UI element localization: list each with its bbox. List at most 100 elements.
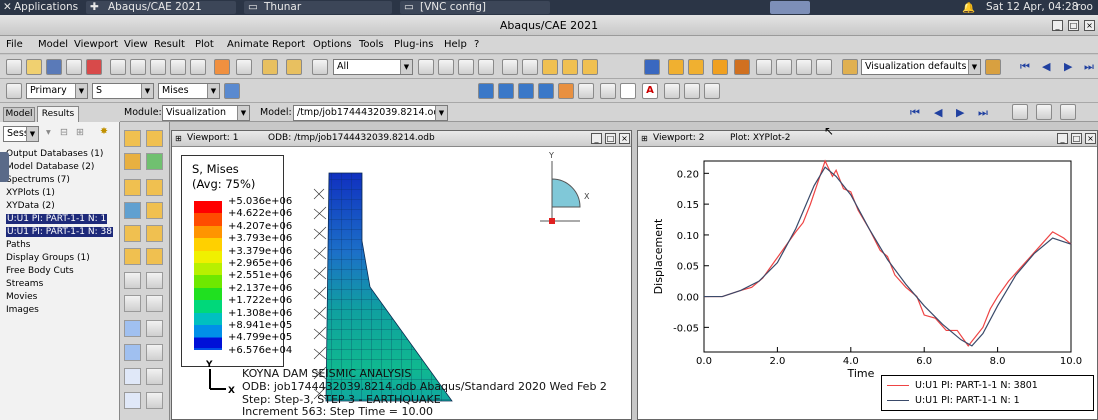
tree-item-streams[interactable]: Streams [6, 279, 43, 289]
text-annotation-icon[interactable]: A [642, 83, 658, 99]
tree-item-model-database[interactable]: Model Database (2) [6, 162, 94, 172]
grid-icon[interactable] [704, 83, 720, 99]
vp1-close-icon[interactable]: × [619, 133, 630, 144]
menu-plot[interactable]: Plot [195, 39, 214, 50]
vp2-close-icon[interactable]: × [1085, 133, 1096, 144]
xy-plot-icon[interactable] [124, 392, 141, 409]
menu-view[interactable]: View [124, 39, 148, 50]
annotation-icon[interactable] [286, 59, 302, 75]
visualization-defaults-select[interactable]: Visualization defaults ▼ [861, 59, 981, 75]
common-options-icon[interactable] [124, 248, 141, 265]
plot-paths-icon[interactable] [146, 320, 163, 337]
rotate-icon[interactable] [130, 59, 146, 75]
whats-this-icon[interactable]: ? [474, 39, 479, 50]
vp1-maximize-icon[interactable]: □ [605, 133, 616, 144]
menu-model[interactable]: Model [38, 39, 68, 50]
query-icon[interactable] [262, 59, 278, 75]
report-field-icon[interactable] [146, 295, 163, 312]
menu-result[interactable]: Result [154, 39, 185, 50]
xy-data-manager-icon[interactable] [146, 272, 163, 289]
box-zoom-icon[interactable] [190, 59, 206, 75]
menu-options[interactable]: Options [313, 39, 352, 50]
first-frame-icon[interactable]: ⏮ [1020, 60, 1030, 74]
menu-file[interactable]: File [6, 39, 23, 50]
last-frame-icon[interactable]: ⏭ [1084, 60, 1094, 74]
tree-item-paths[interactable]: Paths [6, 240, 30, 250]
cycle-views-icon[interactable] [236, 59, 252, 75]
task-abaqus[interactable]: ✚ Abaqus/CAE 2021 [86, 1, 236, 14]
applications-menu-icon[interactable]: ✕ [3, 1, 12, 13]
tree-collapse-icon[interactable]: ⊟ [60, 127, 68, 138]
tab-model[interactable]: Model [3, 107, 35, 122]
model-select[interactable]: /tmp/job1744432039.8214.odb ▼ [293, 105, 448, 121]
module-select[interactable]: Visualization ▼ [162, 105, 250, 121]
ctx-tool2-icon[interactable] [1036, 104, 1052, 120]
top-view-icon[interactable] [562, 59, 578, 75]
tree-item-xyplots[interactable]: XYPlots (1) [6, 188, 55, 198]
table-icon[interactable] [816, 59, 832, 75]
plot-undeformed-icon[interactable] [124, 130, 141, 147]
magnify-icon[interactable] [150, 59, 166, 75]
ctx-tool3-icon[interactable] [1060, 104, 1076, 120]
viewport-2[interactable]: ⊞ Viewport: 2 Plot: XYPlot-2 _ □ × 0.0 2.… [637, 130, 1098, 420]
camera-icon[interactable] [558, 83, 574, 99]
select-icon[interactable] [664, 83, 680, 99]
tree-expand-icon[interactable]: ⊞ [76, 127, 84, 138]
info-icon[interactable] [644, 59, 660, 75]
tree-item-spectrums[interactable]: Spectrums (7) [6, 175, 70, 185]
auto-fit-icon[interactable] [214, 59, 230, 75]
free-body-icon[interactable] [124, 344, 141, 361]
plot-contours-deformed-icon[interactable] [146, 153, 163, 170]
applications-menu[interactable]: Applications [14, 1, 78, 13]
stream-icon[interactable] [146, 344, 163, 361]
view-layout-4-icon[interactable] [538, 83, 554, 99]
vp2-maximize-icon[interactable]: □ [1071, 133, 1082, 144]
field-output-icon[interactable] [6, 83, 22, 99]
tree-item-xydata-n3801[interactable]: U:U1 PI: PART-1-1 N: 38 [6, 227, 113, 237]
menu-plugins[interactable]: Plug-ins [394, 39, 433, 50]
front-view-icon[interactable] [522, 59, 538, 75]
close-icon[interactable]: × [1084, 20, 1095, 31]
user-menu[interactable]: roo [1076, 1, 1093, 13]
create-path-icon[interactable] [124, 320, 141, 337]
tree-item-xydata-n1[interactable]: U:U1 PI: PART-1-1 N: 1 [6, 214, 108, 224]
animate-harmonic-icon[interactable] [146, 225, 163, 242]
minimize-icon[interactable]: _ [1052, 20, 1063, 31]
view-manager-icon[interactable] [842, 59, 858, 75]
create-xy-data-icon[interactable] [124, 272, 141, 289]
zoom-icon[interactable] [170, 59, 186, 75]
options-icon[interactable] [985, 59, 1001, 75]
menu-animate[interactable]: Animate [227, 39, 269, 50]
shaded-icon[interactable] [668, 59, 684, 75]
view-cut-icon[interactable] [124, 368, 141, 385]
view-layout-1-icon[interactable] [478, 83, 494, 99]
open-icon[interactable] [26, 59, 42, 75]
plot-deformed-icon[interactable] [146, 130, 163, 147]
field-invariant-select[interactable]: Mises ▼ [158, 83, 220, 99]
field-variable-select[interactable]: S ▼ [92, 83, 154, 99]
redo-icon[interactable] [776, 59, 792, 75]
line-annotation-icon[interactable] [620, 83, 636, 99]
ctx-tool1-icon[interactable] [1012, 104, 1028, 120]
ctx-last-icon[interactable]: ⏭ [978, 106, 988, 120]
bell-icon[interactable]: 🔔 [962, 1, 975, 14]
animate-time-icon[interactable] [124, 225, 141, 242]
remove-icon[interactable] [458, 59, 474, 75]
render-icon[interactable] [312, 59, 328, 75]
tree-item-display-groups[interactable]: Display Groups (1) [6, 253, 90, 263]
ctx-first-icon[interactable]: ⏮ [910, 106, 920, 120]
workspace-switcher[interactable] [770, 1, 810, 14]
tree-item-images[interactable]: Images [6, 305, 39, 315]
view-layout-3-icon[interactable] [518, 83, 534, 99]
create-field-output-icon[interactable] [124, 295, 141, 312]
next-frame-icon[interactable]: ▶ [1064, 60, 1072, 73]
maximize-icon[interactable]: □ [1068, 20, 1079, 31]
lock-icon[interactable] [796, 59, 812, 75]
tree-item-xydata[interactable]: XYData (2) [6, 201, 55, 211]
tree-item-movies[interactable]: Movies [6, 292, 37, 302]
probe-values-icon[interactable] [146, 392, 163, 409]
plot-material-orientations-icon[interactable] [146, 179, 163, 196]
menu-viewport[interactable]: Viewport [74, 39, 118, 50]
probe-icon[interactable] [684, 83, 700, 99]
perspective-icon[interactable] [734, 59, 750, 75]
